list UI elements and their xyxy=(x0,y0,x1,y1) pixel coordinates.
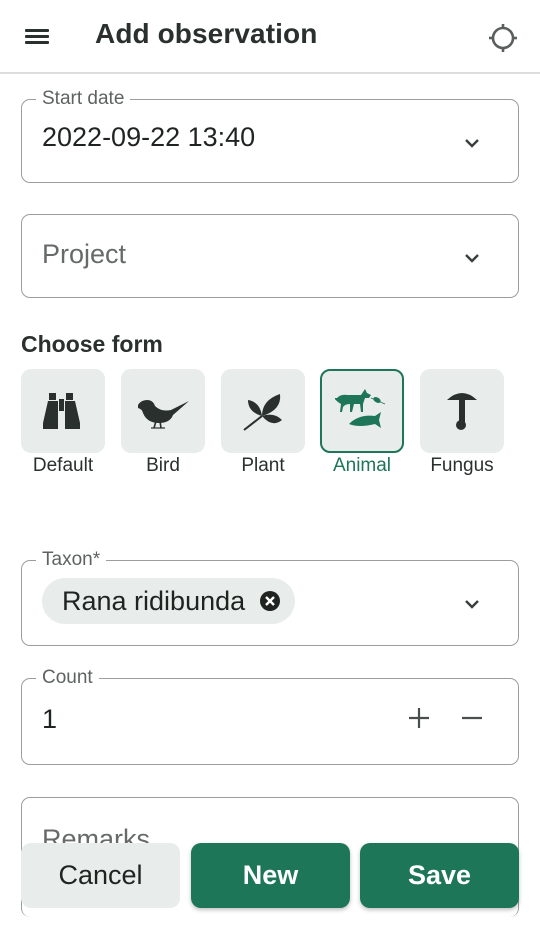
minus-icon[interactable] xyxy=(457,703,487,733)
start-date-label: Start date xyxy=(36,87,131,111)
action-bar: Cancel New Save xyxy=(0,843,540,909)
leaf-icon xyxy=(243,394,282,431)
form-option-fungus[interactable]: Fungus xyxy=(420,369,506,477)
form-option-label: Fungus xyxy=(430,455,494,476)
form-option-label: Plant xyxy=(241,455,285,476)
form-option-label: Bird xyxy=(146,455,180,476)
binoculars-icon xyxy=(43,393,80,429)
count-input[interactable]: 1 xyxy=(42,704,57,735)
animal-icon xyxy=(335,389,386,428)
project-select[interactable]: Project xyxy=(21,214,519,298)
form-option-bird[interactable]: Bird xyxy=(121,369,207,477)
count-label: Count xyxy=(36,666,99,690)
taxon-chip-text: Rana ridibunda xyxy=(62,585,246,616)
app-bar: Add observation xyxy=(0,0,540,74)
taxon-chip: Rana ridibunda xyxy=(42,578,296,624)
hamburger-menu-icon[interactable] xyxy=(22,24,52,50)
mushroom-icon xyxy=(447,393,477,430)
form-option-plant[interactable]: Plant xyxy=(221,369,307,477)
taxon-select[interactable]: Taxon* Rana ridibunda xyxy=(21,548,519,646)
form-option-label: Animal xyxy=(332,455,392,476)
count-field[interactable]: Count 1 xyxy=(21,666,519,765)
save-button[interactable]: Save xyxy=(360,843,519,908)
chevron-down-icon[interactable] xyxy=(462,136,482,150)
project-placeholder: Project xyxy=(42,239,127,269)
start-date-value[interactable]: 2022-09-22 13:40 xyxy=(42,122,255,153)
bird-icon xyxy=(138,400,189,429)
form-option-default[interactable]: Default xyxy=(21,369,107,477)
new-button[interactable]: New xyxy=(191,843,350,908)
chevron-down-icon[interactable] xyxy=(462,597,482,611)
plus-icon[interactable] xyxy=(404,703,434,733)
chevron-down-icon[interactable] xyxy=(462,251,482,265)
choose-form-title: Choose form xyxy=(21,331,163,357)
clear-circle-icon[interactable] xyxy=(259,590,281,612)
form-option-animal[interactable]: Animal xyxy=(320,369,406,477)
form-option-label: Default xyxy=(32,455,94,476)
start-date-field[interactable]: Start date 2022-09-22 13:40 xyxy=(21,87,519,183)
page-title: Add observation xyxy=(95,18,318,49)
cancel-button[interactable]: Cancel xyxy=(21,843,180,908)
gps-crosshair-icon[interactable] xyxy=(486,21,520,55)
taxon-label: Taxon* xyxy=(36,548,107,572)
